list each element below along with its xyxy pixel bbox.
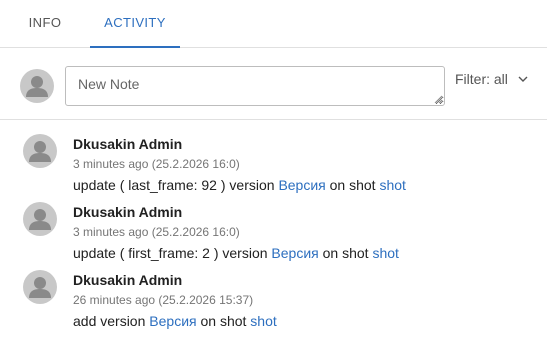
shot-link[interactable]: shot xyxy=(379,177,405,193)
activity-text: on shot xyxy=(325,177,380,193)
author-avatar xyxy=(23,202,57,236)
person-icon xyxy=(26,76,48,97)
author-name: Dkusakin Admin xyxy=(73,272,183,288)
activity-text: update ( first_frame: 2 ) version xyxy=(73,245,272,261)
activity-time: 3 minutes ago (25.2.2026 16:0) xyxy=(73,157,240,171)
person-icon xyxy=(29,141,51,162)
version-link[interactable]: Версия xyxy=(278,177,325,193)
tab-activity[interactable]: ACTIVITY xyxy=(90,0,180,48)
activity-time: 26 minutes ago (25.2.2026 15:37) xyxy=(73,293,254,307)
activity-text: add version xyxy=(73,313,150,329)
version-link[interactable]: Версия xyxy=(149,313,196,329)
activity-description: add version Версия on shot shot xyxy=(73,313,277,329)
activity-text: on shot xyxy=(196,313,251,329)
tab-bar: INFO ACTIVITY xyxy=(0,0,547,48)
activity-description: update ( first_frame: 2 ) version Версия… xyxy=(73,245,399,261)
tab-info[interactable]: INFO xyxy=(0,0,90,48)
user-avatar xyxy=(20,69,54,103)
activity-text: update ( last_frame: 92 ) version xyxy=(73,177,279,193)
filter-dropdown[interactable]: Filter: all xyxy=(455,71,528,87)
chevron-down-icon xyxy=(518,76,528,82)
new-note-input[interactable] xyxy=(65,66,445,106)
activity-item: Dkusakin Admin 3 minutes ago (25.2.2026 … xyxy=(0,124,547,193)
version-link[interactable]: Версия xyxy=(271,245,318,261)
author-name: Dkusakin Admin xyxy=(73,204,183,220)
person-icon xyxy=(29,277,51,298)
activity-item: Dkusakin Admin 3 minutes ago (25.2.2026 … xyxy=(0,192,547,261)
filter-label: Filter: all xyxy=(455,71,508,87)
activity-item: Dkusakin Admin 26 minutes ago (25.2.2026… xyxy=(0,260,547,329)
shot-link[interactable]: shot xyxy=(250,313,276,329)
author-avatar xyxy=(23,134,57,168)
author-avatar xyxy=(23,270,57,304)
shot-link[interactable]: shot xyxy=(372,245,398,261)
author-name: Dkusakin Admin xyxy=(73,136,183,152)
activity-time: 3 minutes ago (25.2.2026 16:0) xyxy=(73,225,240,239)
person-icon xyxy=(29,209,51,230)
activity-description: update ( last_frame: 92 ) version Версия… xyxy=(73,177,406,193)
activity-text: on shot xyxy=(318,245,373,261)
